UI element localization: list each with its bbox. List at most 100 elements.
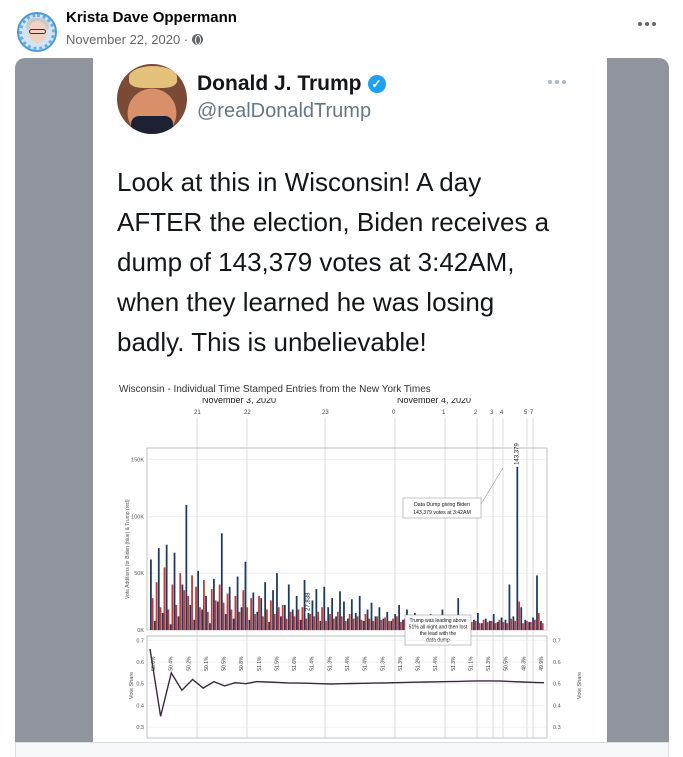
lower-y-label-right: Vote Share (577, 672, 583, 699)
biden-bar (228, 586, 231, 630)
biden-bar (240, 607, 243, 630)
biden-bar (480, 623, 483, 630)
biden-bar (366, 609, 369, 630)
post-header: Krista Dave Oppermann November 22, 2020 … (0, 0, 683, 58)
globe-icon (192, 34, 204, 45)
biden-bar (276, 573, 278, 630)
tweet-text-line: dump of 143,379 votes at 3:42AM, (117, 247, 515, 277)
lower-y-tick-right: 0.3 (553, 725, 561, 731)
annotation-text: Trump was leading above (409, 618, 466, 624)
share-label: 51.5% (274, 656, 280, 671)
hour-tick-label: 1 (442, 410, 446, 416)
lower-y-tick: 0.7 (136, 638, 144, 644)
share-label: 51.1% (257, 656, 263, 671)
tweet-handle: @realDonaldTrump (197, 100, 372, 122)
hour-tick-label: 4 (500, 410, 504, 416)
trump-bar (317, 611, 320, 630)
biden-bar (477, 612, 479, 630)
biden-bar (402, 619, 404, 630)
biden-bar (299, 619, 302, 630)
share-label: 51.3% (380, 656, 386, 671)
tweet-avatar (117, 64, 187, 134)
biden-bar (323, 586, 326, 630)
trump-bar (187, 595, 190, 630)
lower-y-label: Vote Share (129, 672, 135, 699)
trump-bar (372, 620, 375, 630)
biden-bar (150, 559, 152, 630)
author-avatar[interactable] (17, 12, 57, 52)
author-name[interactable]: Krista Dave Oppermann (66, 9, 237, 26)
biden-bar (500, 617, 503, 630)
biden-bar (169, 624, 172, 630)
trump-bar (175, 604, 178, 630)
biden-bar (358, 595, 361, 630)
share-label: 51.1% (468, 656, 474, 671)
biden-bar (473, 619, 475, 630)
share-label: 50.4% (169, 656, 175, 671)
biden-bar (260, 598, 263, 630)
share-label: 50.5% (222, 656, 228, 671)
trump-bar (478, 623, 481, 630)
lower-y-tick: 0.3 (136, 725, 144, 731)
annotation-text: the lead with the (420, 631, 457, 637)
biden-bar (339, 591, 341, 630)
biden-bar (488, 620, 491, 630)
verified-badge-icon: ✓ (367, 75, 386, 93)
trump-bar (522, 623, 524, 630)
trump-bar (305, 618, 308, 630)
trump-bar (518, 601, 520, 630)
trump-bar (498, 619, 501, 630)
tweet-text: Look at this in Wisconsin! A day AFTER t… (117, 162, 587, 362)
lower-y-tick-right: 0.6 (553, 660, 561, 666)
trump-bar (202, 579, 205, 630)
trump-bar (506, 623, 509, 630)
trump-bar (222, 602, 225, 630)
trump-bar (269, 600, 272, 630)
more-options-button[interactable] (635, 16, 659, 32)
biden-bar (508, 584, 511, 630)
biden-bar (264, 582, 267, 630)
chart-title: Wisconsin - Individual Time Stamped Entr… (119, 384, 431, 395)
trump-bar (258, 595, 260, 630)
biden-bar (272, 590, 274, 630)
trump-bar (250, 598, 253, 630)
biden-bar (287, 584, 290, 630)
trump-bar (333, 618, 335, 630)
biden-bar (161, 612, 164, 630)
biden-bar (280, 616, 282, 630)
trump-bar (364, 614, 367, 630)
trump-bar (356, 616, 359, 630)
trump-bar (360, 619, 363, 630)
biden-bar (327, 607, 330, 630)
share-label: 50.8% (239, 656, 245, 671)
bar-value-label: 143,379 (514, 443, 520, 465)
biden-bar (390, 620, 393, 630)
lower-panel (146, 635, 548, 739)
biden-bar (256, 611, 259, 630)
biden-bar (201, 609, 203, 630)
biden-bar (524, 619, 527, 630)
share-label: 51.3% (327, 656, 333, 671)
trump-bar (526, 620, 528, 630)
trump-bar (191, 575, 193, 630)
post-image[interactable]: Donald J. Trump ✓ @realDonaldTrump Look … (15, 58, 669, 748)
share-label: 58.0% (151, 656, 157, 671)
trump-bar (167, 609, 170, 630)
trump-bar (266, 609, 268, 630)
biden-bar (197, 570, 200, 630)
biden-bar (382, 618, 385, 630)
trump-bar (230, 609, 233, 630)
biden-bar (374, 616, 377, 630)
post-date[interactable]: November 22, 2020 · (66, 32, 188, 47)
biden-bar (315, 589, 318, 630)
annotation-text: Data Dump giving Biden (414, 502, 470, 508)
hour-tick-label: 3 (490, 410, 494, 416)
trump-bar (289, 611, 292, 630)
biden-bar (378, 607, 381, 630)
biden-bar (295, 595, 298, 630)
biden-bar (335, 616, 337, 630)
trump-bar (301, 607, 304, 630)
biden-bar (177, 616, 180, 630)
biden-bar (165, 544, 168, 630)
biden-bar (157, 548, 160, 630)
